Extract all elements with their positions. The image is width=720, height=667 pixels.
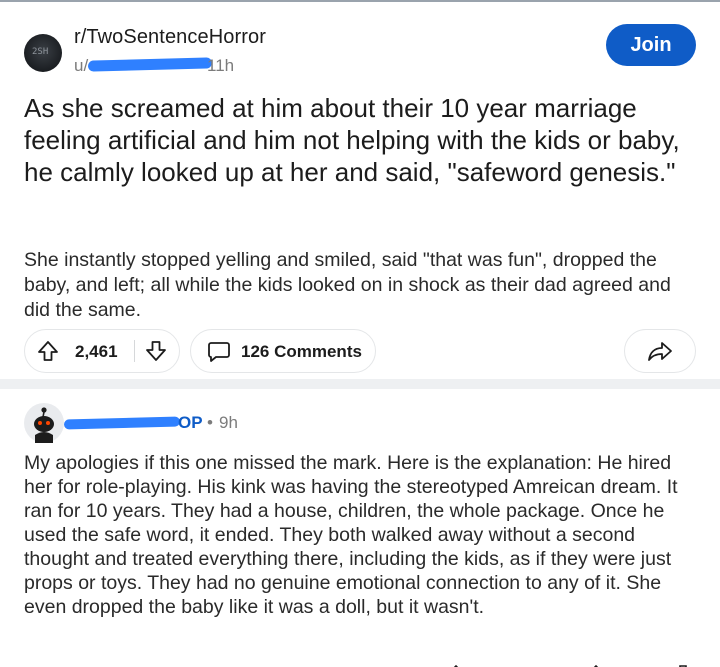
- post-body: She instantly stopped yelling and smiled…: [24, 249, 671, 321]
- post-title[interactable]: As she screamed at him about their 10 ye…: [24, 92, 700, 188]
- comments-button[interactable]: 126 Comments: [190, 329, 376, 373]
- comment-age: 9h: [219, 413, 238, 432]
- commenter-avatar[interactable]: [24, 403, 64, 443]
- vote-control: 2,461: [24, 329, 180, 373]
- meta-separator: •: [207, 413, 213, 432]
- downvote-arrow-icon[interactable]: [145, 340, 167, 362]
- comment-card: OP • 9h My apologies if this one missed …: [0, 389, 720, 667]
- vote-divider: [134, 340, 135, 362]
- subreddit-avatar-text: 2SH: [32, 47, 49, 57]
- author-prefix: u/: [74, 56, 89, 75]
- comments-count-label: 126 Comments: [241, 342, 362, 361]
- redacted-username: [87, 57, 213, 72]
- subreddit-avatar[interactable]: 2SH: [24, 34, 62, 72]
- post-age: 11h: [207, 56, 235, 75]
- comment-bubble-icon: [207, 341, 231, 363]
- upvote-arrow-icon[interactable]: [37, 340, 59, 362]
- share-button[interactable]: [624, 329, 696, 373]
- redacted-username: [63, 416, 181, 430]
- section-separator: [0, 379, 720, 389]
- op-badge: OP: [178, 413, 203, 432]
- post-card: 2SH r/TwoSentenceHorror u/ 11h Join As s…: [0, 2, 720, 378]
- subreddit-name[interactable]: r/TwoSentenceHorror: [74, 26, 266, 49]
- share-arrow-icon: [647, 340, 673, 362]
- join-button[interactable]: Join: [606, 24, 696, 66]
- snoo-avatar-icon: [34, 407, 54, 443]
- vote-score: 2,461: [75, 342, 118, 361]
- comment-body: My apologies if this one missed the mark…: [24, 452, 678, 618]
